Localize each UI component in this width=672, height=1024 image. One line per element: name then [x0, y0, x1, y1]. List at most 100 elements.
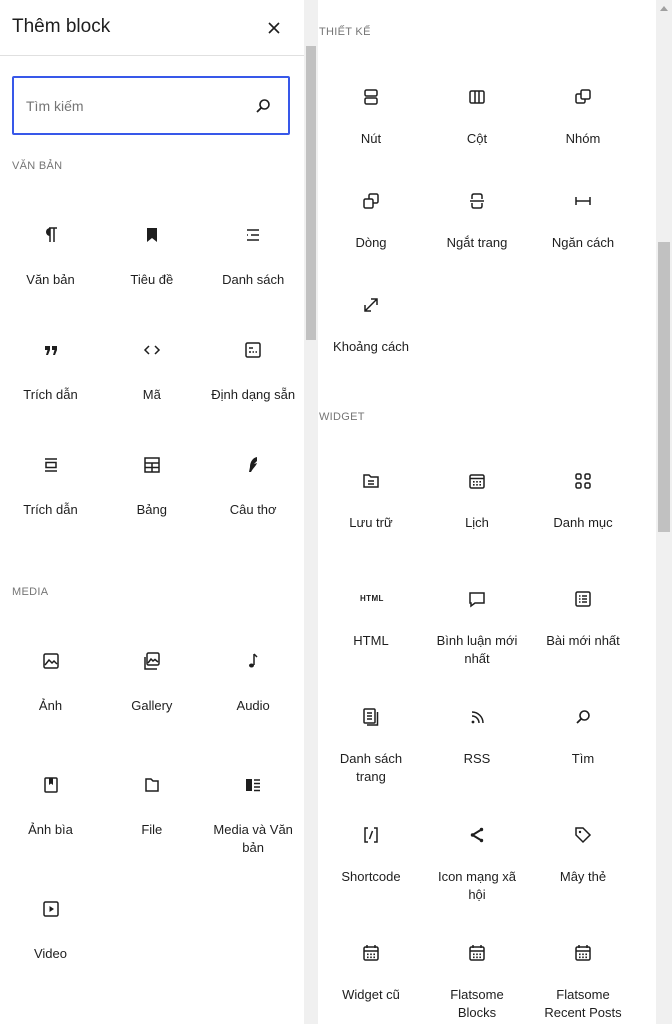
legacy-widget-icon [360, 942, 382, 964]
block-label: Cột [466, 131, 488, 146]
block-item-ngan-cach[interactable]: Ngăn cách [530, 164, 636, 268]
block-item-danh-sach[interactable]: Danh sách [203, 198, 304, 313]
block-item-nhom[interactable]: Nhóm [530, 60, 636, 164]
block-item-shortcode[interactable]: Shortcode [318, 798, 424, 916]
verse-icon [242, 454, 264, 476]
block-label: Danh mục [553, 515, 613, 530]
flatsome-blocks-icon [466, 942, 488, 964]
section-title-design: THIẾT KẾ [319, 26, 371, 38]
block-label: Tìm [571, 751, 595, 766]
section-title-widget: WIDGET [319, 411, 365, 423]
block-item-dong[interactable]: Dòng [318, 164, 424, 268]
block-item-file[interactable]: File [101, 748, 202, 872]
block-item-gallery[interactable]: Gallery [101, 624, 202, 748]
block-item-nut[interactable]: Nút [318, 60, 424, 164]
block-item-may-the[interactable]: Mây thẻ [530, 798, 636, 916]
block-item-audio[interactable]: Audio [203, 624, 304, 748]
buttons-icon [360, 86, 382, 108]
block-item-anh[interactable]: Ảnh [0, 624, 101, 748]
page-break-icon [466, 190, 488, 212]
media-text-icon [242, 774, 264, 796]
panel-title: Thêm block [12, 16, 111, 37]
block-item-flatsome-recent-posts[interactable]: Flatsome Recent Posts [530, 916, 636, 1024]
preformatted-icon [242, 339, 264, 361]
block-grid-design: Nút Cột Nhóm Dòng Ngắt trang Ngăn cách Khoảng … [318, 60, 636, 372]
block-item-icon-mang-xa-hoi[interactable]: Icon mạng xã hội [424, 798, 530, 916]
close-button[interactable] [263, 17, 285, 39]
inserter-header: Thêm block [0, 0, 304, 56]
left-scrollbar-thumb[interactable] [306, 46, 316, 340]
block-item-cot[interactable]: Cột [424, 60, 530, 164]
block-label: Flatsome Recent Posts [544, 987, 622, 1020]
block-label: Dòng [355, 235, 387, 250]
block-item-danh-sach-trang[interactable]: Danh sách trang [318, 680, 424, 798]
right-scrollbar-thumb[interactable] [658, 242, 670, 532]
block-item-bai-moi-nhat[interactable]: Bài mới nhất [530, 562, 636, 680]
section-title-media: MEDIA [12, 586, 49, 598]
block-item-video[interactable]: Video [0, 872, 101, 996]
block-item-ma[interactable]: Mã [101, 313, 202, 428]
latest-posts-icon [572, 588, 594, 610]
file-icon [141, 774, 163, 796]
block-inserter-panel: Thêm block VĂN BẢN Văn bản Tiêu đề Danh sá… [0, 0, 304, 1024]
block-label: Nút [360, 131, 382, 146]
search-icon[interactable] [255, 98, 271, 114]
close-icon [268, 22, 280, 34]
search-icon [572, 706, 594, 728]
block-item-bang[interactable]: Bảng [101, 428, 202, 543]
audio-icon [242, 650, 264, 672]
tag-icon [572, 824, 594, 846]
scroll-up-arrow-icon[interactable] [660, 6, 668, 11]
block-label: Widget cũ [342, 987, 400, 1002]
cover-icon [40, 774, 62, 796]
block-label: Khoảng cách [333, 339, 409, 354]
block-item-lich[interactable]: Lịch [424, 444, 530, 562]
block-item-ngat-trang[interactable]: Ngắt trang [424, 164, 530, 268]
calendar-icon [466, 470, 488, 492]
block-item-flatsome-blocks[interactable]: Flatsome Blocks [424, 916, 530, 1024]
block-label: Lịch [465, 515, 489, 530]
block-item-dinh-dang-san[interactable]: Định dạng sẵn [203, 313, 304, 428]
pullquote-icon [40, 454, 62, 476]
block-item-tieu-de[interactable]: Tiêu đề [101, 198, 202, 313]
block-label: Ảnh [38, 698, 63, 713]
block-item-danh-muc[interactable]: Danh mục [530, 444, 636, 562]
block-item-luu-tru[interactable]: Lưu trữ [318, 444, 424, 562]
image-icon [40, 650, 62, 672]
block-label: Định dạng sẵn [211, 387, 296, 402]
search-input[interactable] [26, 78, 246, 133]
block-item-widget-cu[interactable]: Widget cũ [318, 916, 424, 1024]
table-icon [141, 454, 163, 476]
block-item-html[interactable]: HTML HTML [318, 562, 424, 680]
block-item-van-ban[interactable]: Văn bản [0, 198, 101, 313]
categories-icon [572, 470, 594, 492]
block-item-trich-dan[interactable]: Trích dẫn [0, 428, 101, 543]
block-label: Văn bản [26, 272, 75, 287]
paragraph-icon [40, 224, 62, 246]
code-icon [141, 339, 163, 361]
block-label: Trích dẫn [23, 387, 78, 402]
block-item-rss[interactable]: RSS [424, 680, 530, 798]
block-label: Ảnh bìa [28, 822, 73, 837]
block-item-khoang-cach[interactable]: Khoảng cách [318, 268, 424, 372]
gallery-icon [141, 650, 163, 672]
right-scrollbar[interactable] [656, 0, 672, 1024]
block-item-cau-tho[interactable]: Câu thơ [203, 428, 304, 543]
block-item-anh-bia[interactable]: Ảnh bìa [0, 748, 101, 872]
flatsome-recent-posts-icon [572, 942, 594, 964]
block-item-tim[interactable]: Tìm [530, 680, 636, 798]
video-icon [40, 898, 62, 920]
page-list-icon [360, 706, 382, 728]
block-item-binh-luan-moi-nhat[interactable]: Bình luận mới nhất [424, 562, 530, 680]
block-label: HTML [353, 633, 389, 648]
block-grid-widget: Lưu trữ Lịch Danh mục HTML HTML Bình luận mới… [318, 444, 636, 1024]
block-label: Icon mạng xã hội [437, 869, 517, 902]
block-grid-media: Ảnh Gallery Audio Ảnh bìa File Media và Văn b… [0, 624, 304, 996]
block-label: Bình luận mới nhất [436, 633, 518, 666]
group-icon [572, 86, 594, 108]
shortcode-icon [360, 824, 382, 846]
block-item-media-va-van-ban[interactable]: Media và Văn bản [203, 748, 304, 872]
block-item-trich-dan[interactable]: Trích dẫn [0, 313, 101, 428]
left-scrollbar[interactable] [304, 0, 318, 1024]
block-label: Bảng [136, 502, 168, 517]
